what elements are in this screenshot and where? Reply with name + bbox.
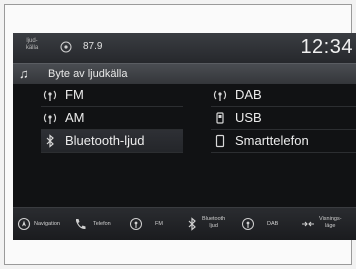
button-label: Telefon: [93, 221, 111, 227]
button-label: Bluetooth ljud: [202, 216, 226, 229]
source-label: AM: [65, 110, 85, 125]
source-item-am[interactable]: AM: [41, 107, 183, 130]
display-mode-icon: [302, 221, 314, 227]
usb-icon: [216, 112, 224, 124]
audio-source-tag[interactable]: ljud- källa: [19, 38, 45, 52]
button-label: DAB: [267, 221, 279, 227]
audio-source-list: FM AM Bluetooth-ljud DAB USB Smarttelefo…: [13, 84, 356, 196]
clock: 12:34: [300, 36, 353, 58]
bluetooth-icon: [188, 217, 196, 231]
source-item-bluetooth[interactable]: Bluetooth-ljud: [41, 130, 183, 153]
display-mode-button[interactable]: Visnings- läge: [301, 214, 356, 234]
music-note-icon: ♫: [19, 66, 29, 81]
fm-radio-icon: [130, 218, 142, 230]
dab-button[interactable]: DAB: [241, 214, 285, 234]
fm-button[interactable]: FM: [129, 214, 173, 234]
dab-radio-icon: [213, 90, 227, 101]
am-radio-icon: [43, 113, 57, 124]
source-item-usb[interactable]: USB: [211, 107, 356, 130]
source-item-fm[interactable]: FM: [41, 84, 183, 107]
source-item-dab[interactable]: DAB: [211, 84, 356, 107]
source-label: DAB: [235, 87, 262, 102]
source-item-smartphone[interactable]: Smarttelefon: [211, 130, 356, 153]
station-frequency: 87.9: [83, 41, 103, 52]
bluetooth-icon: [46, 134, 54, 148]
status-bar: ljud- källa 87.9 12:34: [13, 33, 356, 63]
source-label: Bluetooth-ljud: [65, 133, 145, 148]
button-label: FM: [155, 221, 163, 227]
fm-radio-icon: [43, 90, 57, 101]
page-title: Byte av ljudkälla: [48, 68, 128, 80]
navigation-button[interactable]: Navigation: [17, 214, 69, 234]
smartphone-icon: [215, 134, 225, 148]
phone-button[interactable]: Telefon: [73, 214, 121, 234]
infotainment-screen: ljud- källa 87.9 12:34 ♫ Byte av ljudkäl…: [13, 33, 356, 240]
dab-radio-icon: [242, 218, 254, 230]
bottom-shortcut-bar: Navigation Telefon FM Bluetooth ljud DAB…: [13, 207, 356, 240]
radio-icon: [60, 41, 72, 53]
button-label: Navigation: [34, 221, 60, 227]
source-label: FM: [65, 87, 84, 102]
phone-icon: [76, 219, 86, 230]
button-label: Visnings- läge: [319, 216, 342, 229]
bluetooth-audio-button[interactable]: Bluetooth ljud: [185, 214, 233, 234]
source-label: Smarttelefon: [235, 133, 309, 148]
title-bar: ♫ Byte av ljudkälla: [13, 63, 356, 84]
source-label: USB: [235, 110, 262, 125]
navigation-icon: [17, 217, 31, 231]
